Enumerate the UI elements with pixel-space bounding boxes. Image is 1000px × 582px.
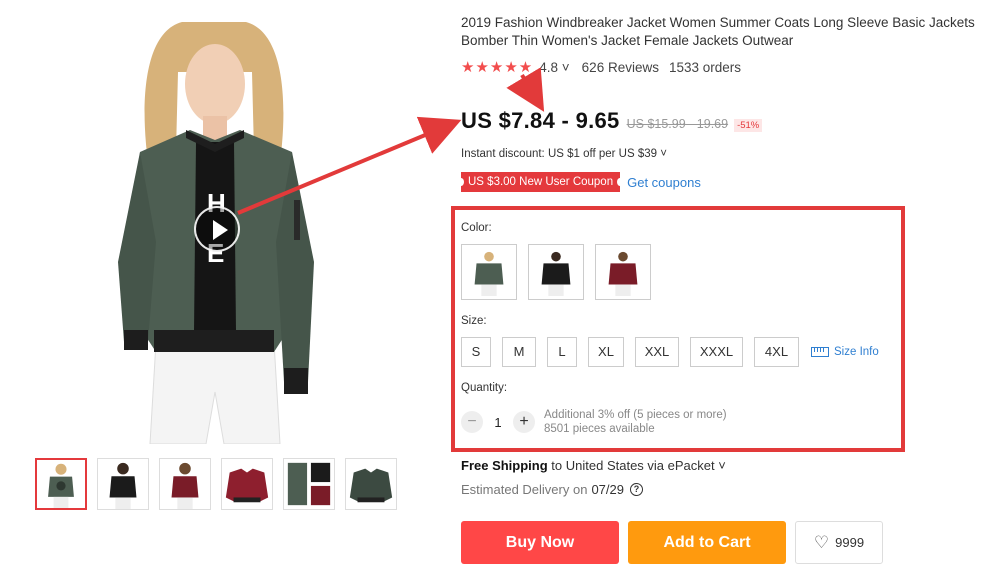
color-swatch-black[interactable]: [528, 244, 584, 300]
size-label: Size:: [461, 315, 487, 327]
rating-row: ★★★★★ 4.8 ˅ 626 Reviews 1533 orders: [461, 58, 741, 76]
add-to-cart-button[interactable]: Add to Cart: [628, 521, 786, 564]
new-user-coupon-badge[interactable]: US $3.00 New User Coupon: [457, 172, 624, 192]
thumbnail-green-flat[interactable]: [345, 458, 397, 510]
thumbnail-strip: [35, 458, 397, 510]
reviews-link[interactable]: 626 Reviews: [582, 60, 659, 75]
quantity-label: Quantity:: [461, 382, 508, 394]
product-title: 2019 Fashion Windbreaker Jacket Women Su…: [461, 15, 975, 48]
color-swatch-burgundy[interactable]: [595, 244, 651, 300]
thumbnail-burgundy[interactable]: [159, 458, 211, 510]
shipping-destination: to United States via ePacket: [551, 458, 715, 473]
shipping-info[interactable]: Free Shipping to United States via ePack…: [461, 458, 726, 473]
color-label: Color:: [461, 222, 492, 234]
quantity-increase-button[interactable]: +: [513, 411, 535, 433]
size-option-xxxl[interactable]: XXXL: [690, 337, 743, 367]
original-price: US $15.99 - 19.69: [626, 117, 729, 131]
thumbnail-burgundy-flat[interactable]: [221, 458, 273, 510]
heart-icon: ♡: [813, 533, 830, 552]
instant-discount[interactable]: Instant discount: US $1 off per US $39 ˅: [461, 148, 667, 160]
buy-now-button[interactable]: Buy Now: [461, 521, 619, 564]
get-coupons-link[interactable]: Get coupons: [627, 175, 701, 190]
discount-badge: -51%: [734, 119, 763, 132]
color-swatch-green[interactable]: [461, 244, 517, 300]
ruler-icon: [811, 347, 829, 357]
size-option-xxl[interactable]: XXL: [635, 337, 679, 367]
size-info-label: Size Info: [834, 346, 879, 358]
size-option-4xl[interactable]: 4XL: [754, 337, 799, 367]
color-swatches: [461, 244, 651, 300]
quantity-stepper: − 1 + Additional 3% off (5 pieces or mor…: [461, 408, 727, 436]
thumbnail-collage[interactable]: [283, 458, 335, 510]
delivery-label: Estimated Delivery on: [461, 482, 588, 497]
price-row: US $7.84 - 9.65 US $15.99 - 19.69 -51%: [461, 108, 763, 134]
video-play-icon[interactable]: [194, 206, 240, 252]
coupon-row: US $3.00 New User Coupon Get coupons: [457, 172, 701, 192]
thumbnail-black[interactable]: [97, 458, 149, 510]
wishlist-count: 9999: [835, 535, 865, 550]
size-option-l[interactable]: L: [547, 337, 577, 367]
orders-count: 1533 orders: [668, 59, 742, 75]
thumbnail-video-green[interactable]: [35, 458, 87, 510]
quantity-input[interactable]: 1: [483, 415, 513, 430]
current-price: US $7.84 - 9.65: [461, 108, 620, 133]
size-info-link[interactable]: Size Info: [811, 346, 879, 358]
bulk-discount-text: Additional 3% off (5 pieces or more): [544, 409, 727, 421]
star-rating-icon: ★★★★★: [461, 59, 534, 76]
delivery-date: 07/29: [591, 482, 624, 497]
size-option-m[interactable]: M: [502, 337, 536, 367]
quantity-decrease-button[interactable]: −: [461, 411, 483, 433]
stock-available-text: 8501 pieces available: [544, 423, 655, 435]
size-options: S M L XL XXL XXXL 4XL Size Info: [461, 337, 879, 367]
quantity-info: Additional 3% off (5 pieces or more) 850…: [544, 408, 727, 436]
free-shipping-label: Free Shipping: [461, 458, 548, 473]
arrow-from-rating: [506, 67, 545, 112]
size-option-xl[interactable]: XL: [588, 337, 624, 367]
wishlist-button[interactable]: ♡ 9999: [795, 521, 883, 564]
rating-value[interactable]: 4.8 ˅: [539, 60, 569, 75]
estimated-delivery: Estimated Delivery on 07/29 ?: [461, 482, 643, 497]
help-icon[interactable]: ?: [630, 483, 643, 496]
size-option-s[interactable]: S: [461, 337, 491, 367]
